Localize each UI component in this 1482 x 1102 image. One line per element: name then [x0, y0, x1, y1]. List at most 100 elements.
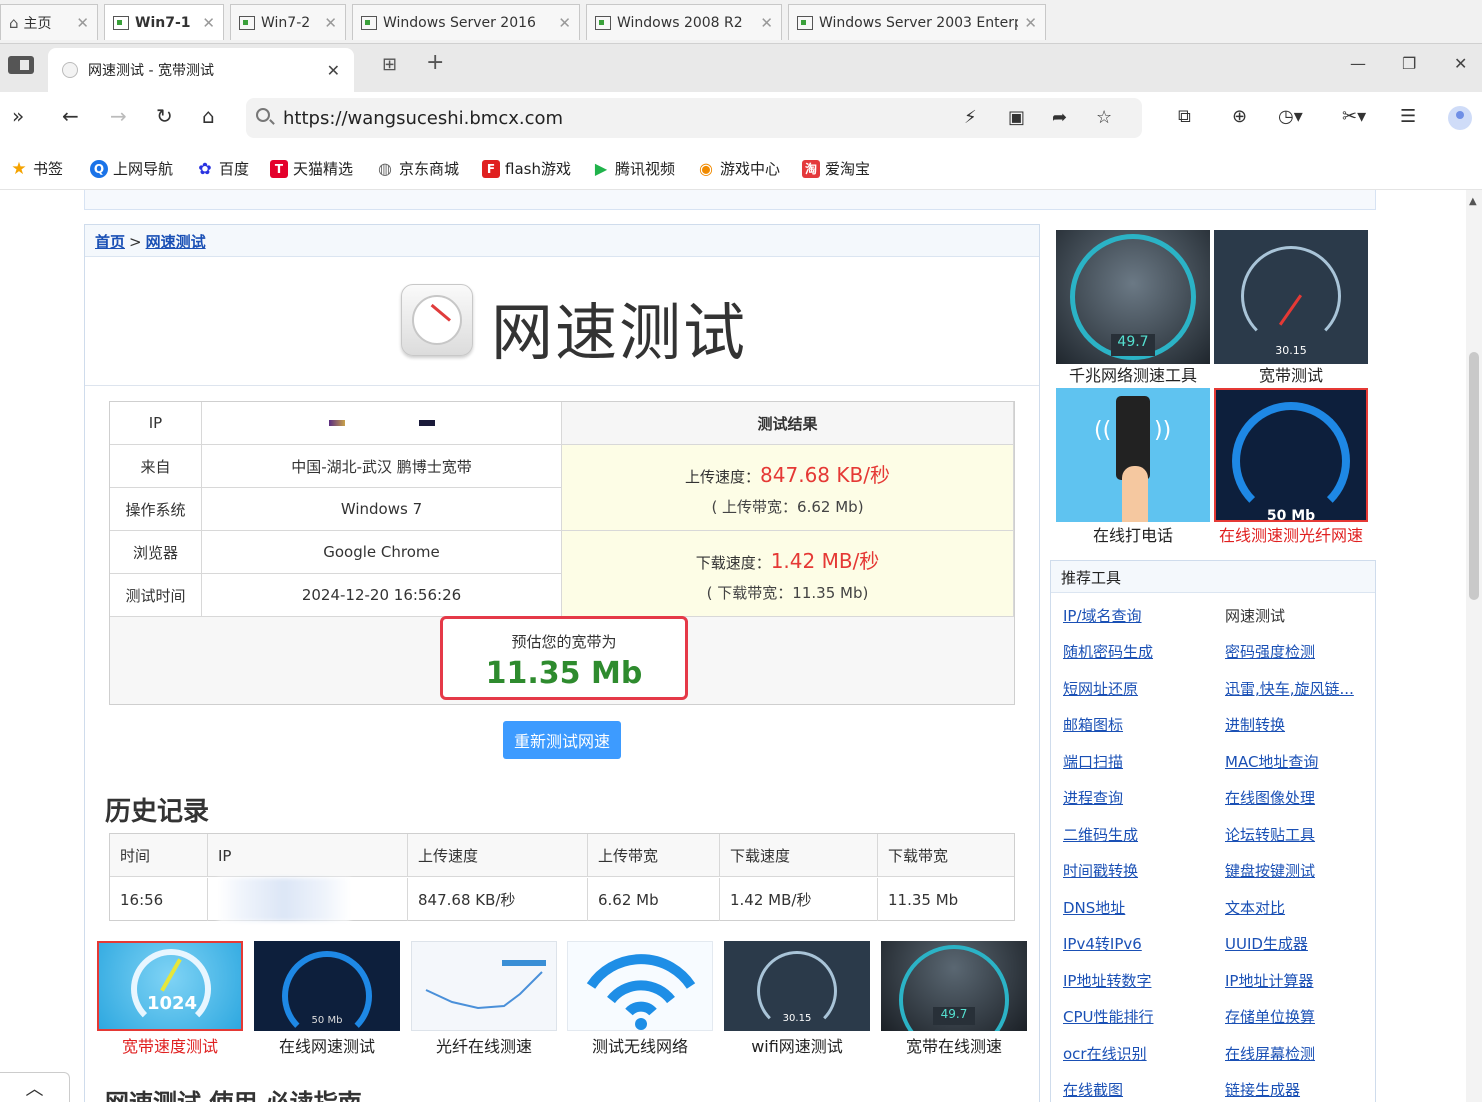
- bookmark-nav[interactable]: Q 上网导航: [90, 158, 173, 179]
- tool-link[interactable]: 在线截图: [1063, 1079, 1123, 1100]
- breadcrumb-home-link[interactable]: 首页: [95, 233, 125, 251]
- tool-link[interactable]: 进制转换: [1225, 714, 1285, 735]
- browser-tab-active[interactable]: 网速测试 - 宽带测试 ✕: [48, 48, 354, 92]
- minimize-icon[interactable]: —: [1350, 54, 1366, 73]
- tool-link[interactable]: 论坛转贴工具: [1225, 824, 1315, 845]
- tool-link[interactable]: 随机密码生成: [1063, 641, 1153, 662]
- tool-link[interactable]: 在线屏幕检测: [1225, 1043, 1315, 1064]
- side-img-caption[interactable]: 千兆网络测速工具: [1056, 362, 1210, 386]
- restore-icon[interactable]: ❐: [1402, 54, 1416, 73]
- history-icon[interactable]: ◷▾: [1278, 106, 1303, 127]
- thumb-wireless-test[interactable]: 测试无线网络: [567, 941, 713, 1061]
- tool-link[interactable]: CPU性能排行: [1063, 1006, 1154, 1027]
- side-img-caption[interactable]: 宽带测试: [1214, 362, 1368, 386]
- history-col-upload-speed: 上传速度: [408, 834, 588, 877]
- tool-link[interactable]: 进程查询: [1063, 787, 1123, 808]
- vm-tab-home[interactable]: ⌂ 主页 ✕: [0, 4, 98, 40]
- reader-icon[interactable]: ▣: [1008, 107, 1025, 128]
- ip-value-masked: [202, 402, 562, 445]
- user-avatar[interactable]: [1448, 106, 1472, 130]
- screenshot-scissors-icon[interactable]: ✂▾: [1342, 106, 1366, 127]
- close-window-icon[interactable]: ✕: [1454, 54, 1467, 73]
- close-icon[interactable]: ✕: [76, 14, 89, 32]
- tool-link[interactable]: IPv4转IPv6: [1063, 933, 1142, 954]
- tool-link[interactable]: 邮箱图标: [1063, 714, 1123, 735]
- close-icon[interactable]: ✕: [1024, 14, 1037, 32]
- tool-link[interactable]: DNS地址: [1063, 897, 1125, 918]
- page-scrollbar[interactable]: ▲: [1466, 190, 1482, 1102]
- close-icon[interactable]: ✕: [324, 14, 337, 32]
- tool-link[interactable]: 迅雷,快车,旋风链...: [1225, 678, 1354, 699]
- globe-icon: ◍: [378, 159, 392, 178]
- back-icon[interactable]: ←: [62, 104, 79, 128]
- side-img-broadband-test[interactable]: 30.15: [1214, 230, 1368, 364]
- breadcrumb-current-link[interactable]: 网速测试: [146, 233, 206, 251]
- thumb-broadband-online[interactable]: 49.7 宽带在线测速: [881, 941, 1027, 1061]
- thumb-fiber-speed[interactable]: 光纤在线测速: [411, 941, 557, 1061]
- forward-icon[interactable]: →: [110, 104, 127, 128]
- tab-grid-icon[interactable]: ⊞: [382, 54, 397, 75]
- extensions-icon[interactable]: ⧉: [1178, 106, 1191, 127]
- vm-tab-2008-r2[interactable]: Windows 2008 R2 ✕: [586, 4, 782, 40]
- side-img-caption[interactable]: 在线打电话: [1056, 522, 1210, 546]
- bookmark-flash[interactable]: Fflash游戏: [482, 158, 571, 179]
- share-icon[interactable]: ➦: [1052, 107, 1067, 128]
- tool-link[interactable]: UUID生成器: [1225, 933, 1308, 954]
- side-img-caption[interactable]: 在线测速测光纤网速: [1214, 522, 1368, 546]
- tool-link[interactable]: 存储单位换算: [1225, 1006, 1315, 1027]
- tool-link[interactable]: ocr在线识别: [1063, 1043, 1147, 1064]
- vm-tab-server-2003[interactable]: Windows Server 2003 Enterpr... ✕: [788, 4, 1046, 40]
- lightning-icon[interactable]: ⚡: [964, 107, 977, 128]
- side-img-gigabit[interactable]: 49.7: [1056, 230, 1210, 364]
- home-icon[interactable]: ⌂: [202, 104, 215, 128]
- tool-link[interactable]: 链接生成器: [1225, 1079, 1300, 1100]
- double-chevron-icon[interactable]: »: [12, 104, 24, 128]
- scrollbar-thumb[interactable]: [1469, 352, 1479, 600]
- tool-link[interactable]: 文本对比: [1225, 897, 1285, 918]
- bookmark-aitaobao[interactable]: 淘爱淘宝: [802, 158, 870, 179]
- vm-tab-win7-2[interactable]: Win7-2 ✕: [230, 4, 346, 40]
- address-bar[interactable]: https://wangsuceshi.bmcx.com ⚡ ▣ ➦ ☆: [246, 98, 1142, 138]
- bookmark-tencent-video[interactable]: ▶ 腾讯视频: [592, 158, 675, 179]
- retest-button[interactable]: 重新测试网速: [503, 721, 621, 759]
- url-text[interactable]: https://wangsuceshi.bmcx.com: [283, 108, 563, 129]
- bookmark-game-center[interactable]: ◉ 游戏中心: [697, 158, 780, 179]
- vm-tab-server-2016[interactable]: Windows Server 2016 ✕: [352, 4, 580, 40]
- bookmark-jd[interactable]: ◍ 京东商城: [376, 158, 459, 179]
- close-icon[interactable]: ✕: [202, 14, 215, 32]
- side-img-phone-call[interactable]: (( )): [1056, 388, 1210, 522]
- thumb-online-speed[interactable]: 50 Mb 在线网速测试: [254, 941, 400, 1061]
- tool-link[interactable]: IP地址转数字: [1063, 970, 1151, 991]
- download-icon[interactable]: ⊕: [1232, 106, 1247, 127]
- tool-link[interactable]: 端口扫描: [1063, 751, 1123, 772]
- tool-link[interactable]: 二维码生成: [1063, 824, 1138, 845]
- new-tab-icon[interactable]: +: [426, 50, 444, 75]
- reload-icon[interactable]: ↻: [156, 104, 173, 128]
- close-icon[interactable]: ✕: [558, 14, 571, 32]
- bookmark-shuqian[interactable]: ★ 书签: [10, 158, 63, 179]
- related-tools-thumbnails: 1024 宽带速度测试 50 Mb 在线网速测试 光纤在线测速 测试无线网络 3…: [97, 941, 1037, 1061]
- close-icon[interactable]: ✕: [760, 14, 773, 32]
- tool-link[interactable]: 键盘按键测试: [1225, 860, 1315, 881]
- tool-link[interactable]: 时间戳转换: [1063, 860, 1138, 881]
- tool-link[interactable]: IP地址计算器: [1225, 970, 1313, 991]
- tool-link[interactable]: MAC地址查询: [1225, 751, 1318, 772]
- favorite-star-icon[interactable]: ☆: [1096, 107, 1112, 128]
- bookmark-baidu[interactable]: ✿ 百度: [196, 158, 249, 179]
- header-strip: [84, 190, 1376, 210]
- menu-icon[interactable]: ☰: [1400, 106, 1416, 127]
- sidebar-toggle-icon[interactable]: [8, 56, 34, 74]
- tool-link[interactable]: 在线图像处理: [1225, 787, 1315, 808]
- vm-icon: [113, 15, 129, 30]
- tool-link[interactable]: 密码强度检测: [1225, 641, 1315, 662]
- tool-link[interactable]: IP/域名查询: [1063, 605, 1142, 626]
- thumb-wifi-speed[interactable]: 30.15 wifi网速测试: [724, 941, 870, 1061]
- bookmark-tmall[interactable]: T 天猫精选: [270, 158, 353, 179]
- tool-link[interactable]: 短网址还原: [1063, 678, 1138, 699]
- side-img-fiber[interactable]: 50 Mb: [1214, 388, 1368, 522]
- close-tab-icon[interactable]: ✕: [327, 61, 340, 80]
- scroll-to-top-button[interactable]: ︿: [0, 1072, 70, 1102]
- scroll-up-arrow-icon[interactable]: ▲: [1469, 196, 1477, 207]
- vm-tab-win7-1[interactable]: Win7-1 ✕: [104, 4, 224, 40]
- thumb-broadband-speed[interactable]: 1024 宽带速度测试: [97, 941, 243, 1061]
